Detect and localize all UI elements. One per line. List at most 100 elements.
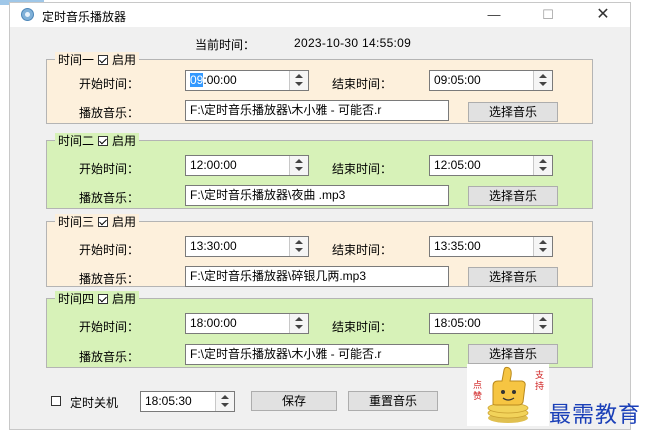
svg-text:点: 点 [473, 380, 482, 391]
shutdown-time-spinner[interactable] [215, 392, 234, 411]
spin-down-icon[interactable] [295, 82, 303, 86]
end-time-label: 结束时间： [332, 243, 393, 257]
minimize-button[interactable]: — [479, 5, 509, 25]
music-label: 播放音乐： [79, 106, 140, 120]
thumbs-up-sticker-icon: 点 赞 支 持 [467, 364, 549, 426]
music-path-input[interactable]: F:\定时音乐播放器\木小雅 - 可能否.r [185, 100, 449, 121]
time-slot-2: 时间二 启用 开始时间： 12:00:00 结束时间： 12:05:00 播放音… [46, 133, 593, 209]
music-label: 播放音乐： [79, 350, 140, 364]
end-time-spinner[interactable] [533, 314, 552, 333]
spin-up-icon[interactable] [221, 395, 229, 399]
music-path-input[interactable]: F:\定时音乐播放器\碎银几两.mp3 [185, 266, 449, 287]
start-time-input[interactable]: 09:00:00 [185, 70, 309, 91]
music-label: 播放音乐： [79, 191, 140, 205]
slot-name: 时间二 [58, 134, 95, 148]
app-icon [21, 8, 34, 21]
time-slot-1: 时间一 启用 开始时间： 09:00:00 结束时间： 09:05:00 播放音… [46, 52, 593, 124]
shutdown-checkbox[interactable] [51, 396, 61, 406]
slot-legend: 时间二 启用 [55, 133, 140, 148]
choose-music-button[interactable]: 选择音乐 [468, 267, 558, 287]
slot-name: 时间四 [58, 292, 95, 306]
window-title: 定时音乐播放器 [42, 10, 127, 24]
end-time-label: 结束时间： [332, 162, 393, 176]
choose-music-button[interactable]: 选择音乐 [468, 344, 558, 364]
start-time-label: 开始时间： [79, 77, 140, 91]
slot-name: 时间一 [58, 53, 95, 67]
enable-checkbox[interactable] [98, 293, 109, 304]
slot-name: 时间三 [58, 215, 95, 229]
svg-text:赞: 赞 [473, 390, 482, 402]
end-time-input[interactable]: 18:05:00 [429, 313, 553, 334]
end-time-spinner[interactable] [533, 71, 552, 90]
maximize-button[interactable]: ☐ [533, 5, 563, 25]
svg-text:持: 持 [535, 380, 544, 392]
watermark-text: 最需教育 [549, 403, 642, 428]
enable-label: 启用 [112, 134, 137, 148]
spin-down-icon[interactable] [295, 248, 303, 252]
svg-text:支: 支 [535, 369, 544, 381]
enable-checkbox[interactable] [98, 216, 109, 227]
slot-legend: 时间三 启用 [55, 214, 140, 229]
slot-legend: 时间四 启用 [55, 291, 140, 306]
start-time-input[interactable]: 12:00:00 [185, 155, 309, 176]
end-time-input[interactable]: 09:05:00 [429, 70, 553, 91]
current-time-value: 2023-10-30 14:55:09 [294, 36, 412, 50]
spin-up-icon[interactable] [539, 240, 547, 244]
start-time-spinner[interactable] [289, 314, 308, 333]
enable-checkbox[interactable] [98, 135, 109, 146]
current-time-label: 当前时间： [195, 38, 256, 52]
end-time-spinner[interactable] [533, 237, 552, 256]
start-time-input[interactable]: 18:00:00 [185, 313, 309, 334]
start-time-value: 12:00:00 [190, 158, 237, 172]
spin-down-icon[interactable] [295, 325, 303, 329]
start-time-value: 13:30:00 [190, 239, 237, 253]
spin-up-icon[interactable] [295, 74, 303, 78]
music-path-input[interactable]: F:\定时音乐播放器\木小雅 - 可能否.r [185, 344, 449, 365]
spin-up-icon[interactable] [295, 159, 303, 163]
shutdown-time-input[interactable]: 18:05:30 [140, 391, 235, 412]
start-time-value: :00:00 [203, 73, 237, 87]
end-time-label: 结束时间： [332, 77, 393, 91]
shutdown-label: 定时关机 [70, 396, 119, 410]
enable-checkbox[interactable] [98, 54, 109, 65]
close-button[interactable]: ✕ [588, 5, 618, 25]
start-time-value: 18:00:00 [190, 316, 237, 330]
spin-down-icon[interactable] [539, 325, 547, 329]
end-time-value: 13:35:00 [434, 239, 481, 253]
title-bar: 定时音乐播放器 — ☐ ✕ [10, 3, 630, 27]
start-time-spinner[interactable] [289, 237, 308, 256]
choose-music-button[interactable]: 选择音乐 [468, 102, 558, 122]
spin-down-icon[interactable] [539, 167, 547, 171]
start-time-selected-part: 09 [190, 73, 204, 87]
start-time-spinner[interactable] [289, 71, 308, 90]
music-path-input[interactable]: F:\定时音乐播放器\夜曲 .mp3 [185, 185, 449, 206]
spin-up-icon[interactable] [295, 240, 303, 244]
start-time-spinner[interactable] [289, 156, 308, 175]
slot-legend: 时间一 启用 [55, 52, 140, 67]
spin-down-icon[interactable] [221, 403, 229, 407]
start-time-label: 开始时间： [79, 162, 140, 176]
start-time-input[interactable]: 13:30:00 [185, 236, 309, 257]
start-time-label: 开始时间： [79, 320, 140, 334]
end-time-label: 结束时间： [332, 320, 393, 334]
end-time-value: 12:05:00 [434, 158, 481, 172]
choose-music-button[interactable]: 选择音乐 [468, 186, 558, 206]
spin-down-icon[interactable] [539, 82, 547, 86]
end-time-input[interactable]: 13:35:00 [429, 236, 553, 257]
end-time-spinner[interactable] [533, 156, 552, 175]
reset-music-button[interactable]: 重置音乐 [348, 391, 438, 411]
shutdown-time-value: 18:05:30 [145, 394, 192, 408]
spin-up-icon[interactable] [295, 317, 303, 321]
spin-down-icon[interactable] [539, 248, 547, 252]
start-time-label: 开始时间： [79, 243, 140, 257]
time-slot-4: 时间四 启用 开始时间： 18:00:00 结束时间： 18:05:00 播放音… [46, 291, 593, 368]
spin-up-icon[interactable] [539, 74, 547, 78]
spin-up-icon[interactable] [539, 159, 547, 163]
spin-down-icon[interactable] [295, 167, 303, 171]
end-time-value: 18:05:00 [434, 316, 481, 330]
spin-up-icon[interactable] [539, 317, 547, 321]
enable-label: 启用 [112, 53, 137, 67]
end-time-input[interactable]: 12:05:00 [429, 155, 553, 176]
save-button[interactable]: 保存 [251, 391, 337, 411]
time-slot-3: 时间三 启用 开始时间： 13:30:00 结束时间： 13:35:00 播放音… [46, 214, 593, 287]
